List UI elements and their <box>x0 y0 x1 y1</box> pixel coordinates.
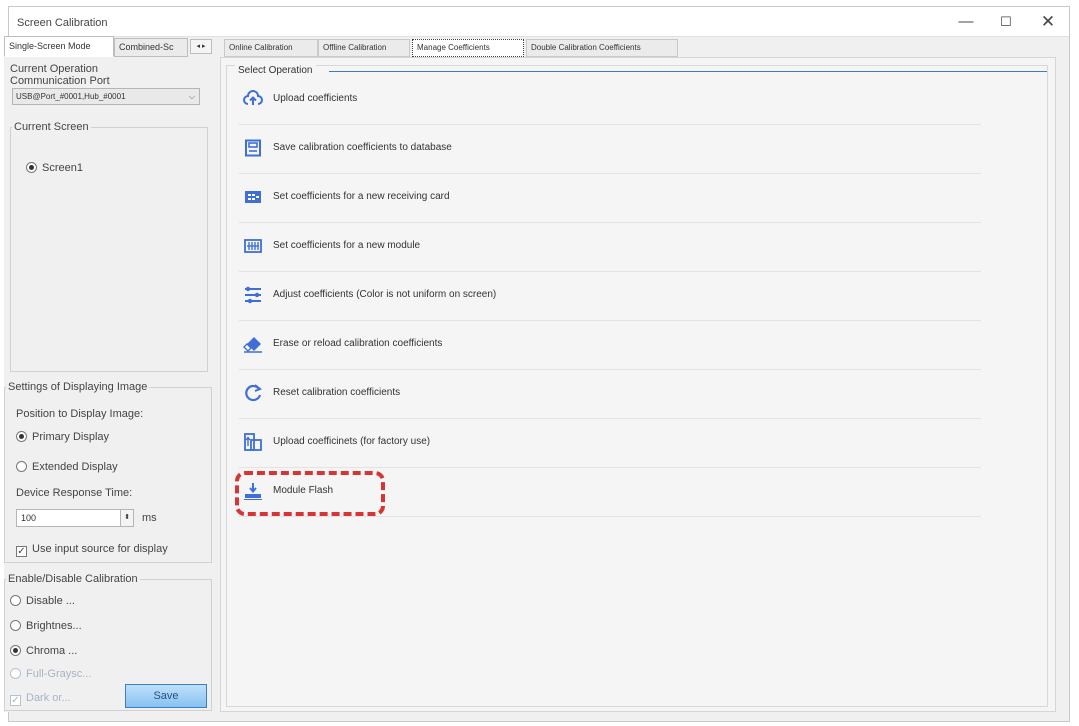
ms-unit: ms <box>142 512 157 524</box>
select-operation-title: Select Operation <box>235 65 316 76</box>
radio-disabled-icon <box>10 668 21 679</box>
communication-port-label: Communication Port <box>10 75 110 87</box>
window-title: Screen Calibration <box>17 17 108 29</box>
factory-upload-icon <box>243 432 263 452</box>
communication-port-value: USB@Port_#0001,Hub_#0001 <box>16 92 126 101</box>
tab-offline-calibration[interactable]: Offline Calibration <box>318 39 410 57</box>
maximize-button[interactable]: ☐ <box>991 11 1021 33</box>
close-button[interactable]: ✕ <box>1033 11 1063 33</box>
mode-tabs: Single-Screen Mode Combined-Sc ◂ ▸ <box>4 36 214 58</box>
op-save-to-database[interactable]: Save calibration coefficients to databas… <box>239 125 981 174</box>
radio-selected-icon <box>16 431 27 442</box>
sliders-icon <box>243 285 263 305</box>
tab-combined-screen[interactable]: Combined-Sc <box>114 38 188 57</box>
legend-divider <box>329 71 1047 72</box>
use-input-source-checkbox[interactable]: ✓ Use input source for display <box>16 543 168 557</box>
minimize-button[interactable]: — <box>951 11 981 33</box>
dark-checkbox: ✓ Dark or... <box>10 692 71 706</box>
radio-selected-icon <box>26 162 37 173</box>
left-panel: Current Operation Communication Port USB… <box>4 57 214 712</box>
module-flash-highlight <box>235 471 385 516</box>
checkbox-disabled-icon: ✓ <box>10 695 21 706</box>
disable-radio[interactable]: Disable ... <box>10 595 75 607</box>
brightness-radio[interactable]: Brightnes... <box>10 620 82 632</box>
op-factory-upload[interactable]: Upload coefficinets (for factory use) <box>239 419 981 468</box>
op-new-module[interactable]: Set coefficients for a new module <box>239 223 981 272</box>
dark-label: Dark or... <box>26 692 71 704</box>
extended-display-label: Extended Display <box>32 461 118 473</box>
tab-online-calibration[interactable]: Online Calibration <box>224 39 318 57</box>
save-icon <box>243 138 263 158</box>
full-grayscale-label: Full-Graysc... <box>26 668 92 680</box>
radio-empty-icon <box>10 595 21 606</box>
spin-arrows-icon[interactable]: ⬍ <box>120 510 133 526</box>
module-icon <box>243 236 263 256</box>
screen1-radio[interactable]: Screen1 <box>26 162 83 174</box>
op-label: Upload coefficients <box>273 93 358 104</box>
tab-manage-coefficients[interactable]: Manage Coefficients <box>412 39 524 57</box>
position-label: Position to Display Image: <box>16 408 144 420</box>
op-label: Save calibration coefficients to databas… <box>273 142 452 153</box>
eraser-icon <box>243 334 263 354</box>
checkbox-checked-icon: ✓ <box>16 546 27 557</box>
radio-empty-icon <box>16 461 27 472</box>
manage-coefficients-panel: Select Operation Upload coefficients Sav… <box>220 57 1056 712</box>
primary-display-radio[interactable]: Primary Display <box>16 431 109 443</box>
full-grayscale-radio: Full-Graysc... <box>10 668 91 680</box>
current-screen-title: Current Screen <box>12 121 91 133</box>
upload-cloud-icon <box>243 89 263 109</box>
save-button[interactable]: Save <box>125 684 207 708</box>
op-adjust-coefficients[interactable]: Adjust coefficients (Color is not unifor… <box>239 272 981 321</box>
op-label: Erase or reload calibration coefficients <box>273 338 443 349</box>
tab-scroll-arrows[interactable]: ◂ ▸ <box>190 39 212 54</box>
reset-icon <box>243 383 263 403</box>
op-label: Set coefficients for a new receiving car… <box>273 191 450 202</box>
display-settings-title: Settings of Displaying Image <box>6 381 150 393</box>
op-upload-coefficients[interactable]: Upload coefficients <box>239 76 981 125</box>
screen1-label: Screen1 <box>42 162 83 174</box>
title-bar: Screen Calibration — ☐ ✕ <box>9 7 1069 37</box>
tab-single-screen-mode[interactable]: Single-Screen Mode <box>4 36 114 57</box>
calibration-toggle-title: Enable/Disable Calibration <box>6 573 140 585</box>
op-label: Adjust coefficients (Color is not unifor… <box>273 289 497 300</box>
radio-selected-icon <box>10 645 21 656</box>
calibration-tabs: Online Calibration Offline Calibration M… <box>220 36 1056 58</box>
use-input-source-label: Use input source for display <box>32 543 168 555</box>
op-label: Upload coefficinets (for factory use) <box>273 436 431 447</box>
response-time-label: Device Response Time: <box>16 487 133 499</box>
brightness-label: Brightnes... <box>26 620 82 632</box>
radio-empty-icon <box>10 620 21 631</box>
receiving-card-icon <box>243 187 263 207</box>
op-label: Set coefficients for a new module <box>273 240 421 251</box>
disable-label: Disable ... <box>26 595 75 607</box>
communication-port-select[interactable]: USB@Port_#0001,Hub_#0001 ⌵ <box>12 88 200 105</box>
primary-display-label: Primary Display <box>32 431 110 443</box>
extended-display-radio[interactable]: Extended Display <box>16 461 118 473</box>
op-new-receiving-card[interactable]: Set coefficients for a new receiving car… <box>239 174 981 223</box>
op-label: Reset calibration coefficients <box>273 387 401 398</box>
current-operation-title: Current Operation <box>10 63 99 75</box>
tab-double-calibration-coefficients[interactable]: Double Calibration Coefficients <box>526 39 678 57</box>
response-time-value: 100 <box>21 513 37 523</box>
op-reset-coefficients[interactable]: Reset calibration coefficients <box>239 370 981 419</box>
right-panel: Online Calibration Offline Calibration M… <box>220 36 1056 712</box>
response-time-input[interactable]: 100 ⬍ <box>16 509 134 527</box>
select-operation-group: Select Operation Upload coefficients Sav… <box>226 65 1048 707</box>
op-erase-reload[interactable]: Erase or reload calibration coefficients <box>239 321 981 370</box>
chevron-down-icon: ⌵ <box>188 92 195 101</box>
chroma-radio[interactable]: Chroma ... <box>10 645 77 657</box>
chroma-label: Chroma ... <box>26 645 78 657</box>
